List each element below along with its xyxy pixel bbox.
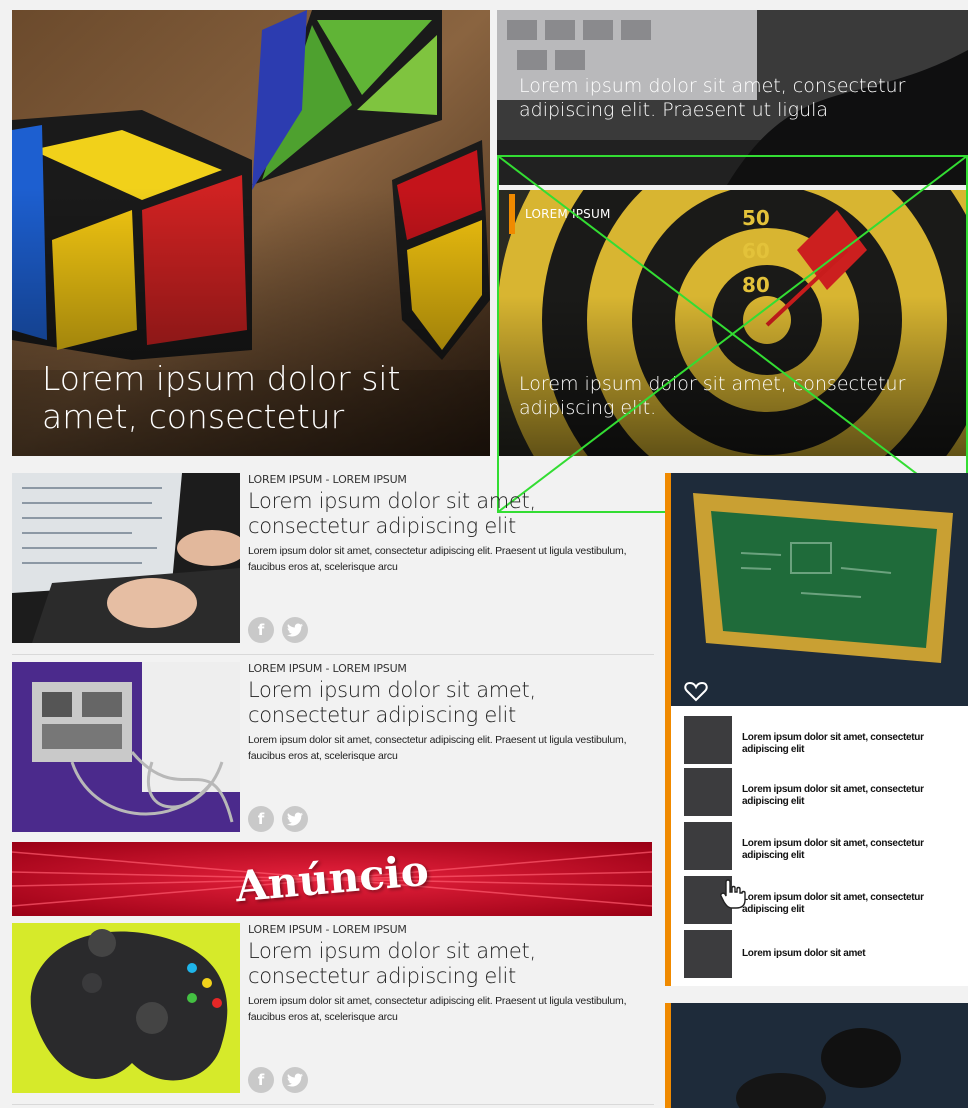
article-thumbnail-1[interactable] — [12, 473, 240, 643]
hero-mid-right-title[interactable]: Lorem ipsum dolor sit amet, consectetur … — [519, 372, 959, 420]
article-card-3[interactable]: LOREM IPSUM - LOREM IPSUM Lorem ipsum do… — [12, 923, 654, 1103]
game-controller-image — [12, 923, 240, 1093]
sidebar-item-thumbnail[interactable] — [684, 716, 732, 764]
article-description-2: Lorem ipsum dolor sit amet, consectetur … — [248, 734, 627, 762]
sidebar-item-title[interactable]: Lorem ipsum dolor sit amet, consectetur … — [742, 784, 942, 808]
article-meta-3[interactable]: LOREM IPSUM - LOREM IPSUM — [248, 923, 407, 936]
article-card-2[interactable]: LOREM IPSUM - LOREM IPSUM Lorem ipsum do… — [12, 662, 654, 842]
article-description-1: Lorem ipsum dolor sit amet, consectetur … — [248, 545, 627, 573]
sidebar-item-title[interactable]: Lorem ipsum dolor sit amet — [742, 948, 942, 960]
article-thumbnail-2[interactable] — [12, 662, 240, 832]
article-title-1[interactable]: Lorem ipsum dolor sit amet, consectetur … — [248, 489, 648, 539]
laptop-typing-image — [12, 473, 240, 643]
article-meta-1[interactable]: LOREM IPSUM - LOREM IPSUM — [248, 473, 407, 486]
article-meta-2[interactable]: LOREM IPSUM - LOREM IPSUM — [248, 662, 407, 675]
sidebar-bottom-tile[interactable] — [671, 1003, 968, 1108]
twitter-icon[interactable] — [282, 617, 308, 643]
article-thumbnail-3[interactable] — [12, 923, 240, 1093]
article-divider — [12, 1104, 654, 1105]
sidebar-item-2[interactable]: Lorem ipsum dolor sit amet, consectetur … — [684, 768, 964, 816]
dart-number-80: 80 — [742, 273, 770, 297]
article-title-3[interactable]: Lorem ipsum dolor sit amet, consectetur … — [248, 939, 648, 989]
category-badge-label: LOREM IPSUM — [525, 207, 611, 221]
facebook-icon[interactable]: f — [248, 617, 274, 643]
category-accent-bar — [509, 194, 515, 234]
sidebar-item-1[interactable]: Lorem ipsum dolor sit amet, consectetur … — [684, 716, 964, 764]
article-title-2[interactable]: Lorem ipsum dolor sit amet, consectetur … — [248, 678, 648, 728]
hero-main-title[interactable]: Lorem ipsum dolor sit amet, consectetur — [42, 360, 462, 436]
chalkboard-image — [671, 473, 968, 706]
facebook-icon[interactable]: f — [248, 806, 274, 832]
hand-cursor-icon — [720, 879, 746, 909]
twitter-icon[interactable] — [282, 806, 308, 832]
sidebar-list: Lorem ipsum dolor sit amet, consectetur … — [671, 706, 968, 986]
article-social-3: f — [248, 1067, 308, 1093]
sidebar-item-thumbnail[interactable] — [684, 768, 732, 816]
sidebar-feature-tile[interactable] — [671, 473, 968, 706]
sidebar-item-5[interactable]: Lorem ipsum dolor sit amet — [684, 930, 964, 978]
article-divider — [12, 654, 654, 655]
heart-icon[interactable] — [684, 680, 708, 702]
sidebar-bottom-image — [671, 1003, 968, 1108]
circuit-board-image — [12, 662, 240, 832]
article-social-1: f — [248, 617, 308, 643]
sidebar-item-title[interactable]: Lorem ipsum dolor sit amet, consectetur … — [742, 838, 942, 862]
sidebar-item-title[interactable]: Lorem ipsum dolor sit amet, consectetur … — [742, 892, 942, 916]
hero-top-right-tile[interactable]: Lorem ipsum dolor sit amet, consectetur … — [497, 10, 968, 185]
article-card-1[interactable]: LOREM IPSUM - LOREM IPSUM Lorem ipsum do… — [12, 473, 654, 653]
article-description-3: Lorem ipsum dolor sit amet, consectetur … — [248, 995, 627, 1023]
ad-banner[interactable]: Anúncio — [12, 842, 652, 916]
dart-number-60: 60 — [742, 239, 770, 263]
dart-number-50: 50 — [742, 206, 770, 230]
hero-top-right-title[interactable]: Lorem ipsum dolor sit amet, consectetur … — [519, 74, 959, 122]
sidebar-item-thumbnail[interactable] — [684, 930, 732, 978]
sidebar-item-title[interactable]: Lorem ipsum dolor sit amet, consectetur … — [742, 732, 942, 756]
article-social-2: f — [248, 806, 308, 832]
hero-main-tile[interactable]: Lorem ipsum dolor sit amet, consectetur — [12, 10, 490, 456]
sidebar-item-3[interactable]: Lorem ipsum dolor sit amet, consectetur … — [684, 822, 964, 870]
facebook-icon[interactable]: f — [248, 1067, 274, 1093]
twitter-icon[interactable] — [282, 1067, 308, 1093]
category-badge[interactable]: LOREM IPSUM — [509, 194, 611, 234]
hero-mid-right-tile[interactable]: 50 60 80 LOREM IPSUM Lorem ipsum dolor s… — [497, 190, 968, 456]
sidebar-item-thumbnail[interactable] — [684, 822, 732, 870]
